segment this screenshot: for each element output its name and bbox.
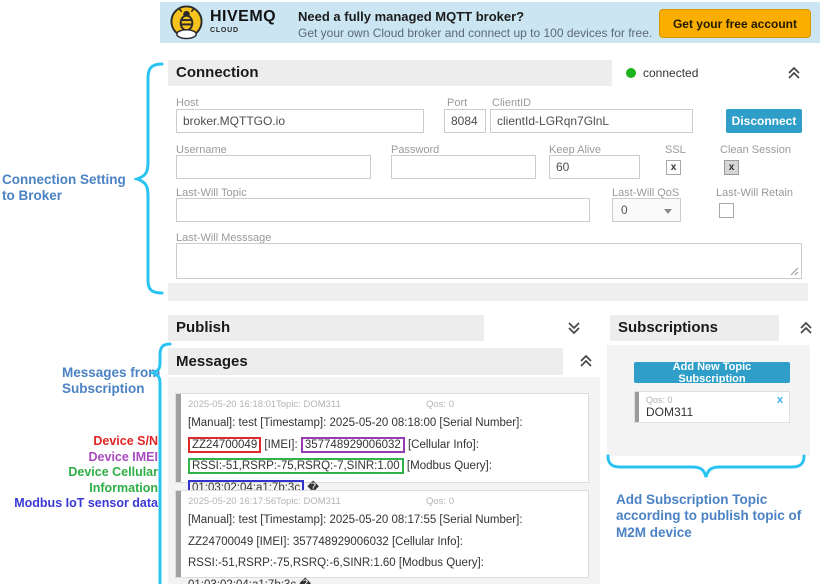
message-qos: Qos: 0 (426, 496, 454, 507)
disconnect-button[interactable]: Disconnect (726, 109, 802, 133)
connection-header: Connection (168, 60, 612, 86)
clientid-label: ClientID (492, 97, 531, 109)
promo-banner: HIVEMQ CLOUD Need a fully managed MQTT b… (160, 2, 820, 43)
banner-headline: Need a fully managed MQTT broker? (298, 9, 524, 24)
message-text: [Modbus Query]: (404, 460, 492, 472)
brand-sub: CLOUD (210, 27, 276, 34)
message-accent-bar (176, 491, 181, 577)
message-card: 2025-05-20 16:17:56 Topic: DOM311 Qos: 0… (175, 490, 589, 578)
port-input[interactable] (444, 109, 486, 133)
banner-subheadline: Get your own Cloud broker and connect up… (298, 26, 652, 40)
host-input[interactable] (176, 109, 424, 133)
chevron-double-up-icon[interactable] (786, 65, 802, 81)
status-text: connected (643, 66, 698, 80)
clean-session-label: Clean Session (720, 144, 791, 156)
subscriptions-header: Subscriptions (610, 315, 816, 341)
message-text: [Cellular Info]: (405, 439, 479, 451)
annotation-messages-from-subscription: Messages from Subscription (62, 365, 164, 398)
message-accent-bar (176, 394, 181, 482)
message-body: [Manual]: test [Timestamp]: 2025-05-20 0… (188, 510, 580, 584)
lastwill-retain-label: Last-Will Retain (716, 187, 793, 199)
ssl-label: SSL (665, 144, 686, 156)
subscription-accent-bar (635, 392, 639, 422)
lastwill-qos-value: 0 (621, 203, 628, 217)
lastwill-message-textarea[interactable] (176, 243, 802, 279)
annotation-brace-subscription (606, 454, 806, 482)
annotation-add-subscription: Add Subscription Topic according to publ… (616, 492, 827, 541)
message-time: 2025-05-20 16:18:01 (188, 399, 276, 410)
lastwill-retain-checkbox[interactable] (719, 203, 734, 218)
message-topic: Topic: DOM311 (276, 399, 341, 410)
message-card: 2025-05-20 16:18:01 Topic: DOM311 Qos: 0… (175, 393, 589, 483)
cellular-info-highlight: RSSI:-51,RSRP:-75,RSRQ:-7,SINR:1.00 (188, 458, 404, 474)
message-text: [IMEI]: (261, 439, 301, 451)
chevron-double-up-icon[interactable] (578, 353, 594, 369)
connection-footer (168, 283, 808, 301)
bee-logo-icon (169, 5, 204, 40)
subscriptions-header-bar: Subscriptions (610, 315, 779, 341)
lastwill-topic-input[interactable] (176, 198, 590, 222)
subscriptions-title: Subscriptions (618, 319, 718, 336)
message-body: [Manual]: test [Timestamp]: 2025-05-20 0… (188, 413, 580, 499)
publish-header: Publish (168, 315, 484, 341)
annotation-device-labels: Device S/N Device IMEI Device Cellular I… (0, 434, 158, 512)
serial-number-highlight: ZZ24700049 (188, 437, 261, 453)
username-input[interactable] (176, 155, 371, 179)
keepalive-input[interactable] (549, 155, 640, 179)
subscription-card: Qos: 0 x DOM311 (634, 391, 790, 423)
annotation-modbus-data: Modbus IoT sensor data (0, 496, 158, 512)
annotation-device-cellular: Device Cellular Information (0, 465, 158, 496)
subscription-qos: Qos: 0 (646, 395, 673, 405)
imei-highlight: 357748929006032 (301, 437, 405, 453)
clean-session-checkbox[interactable]: x (724, 160, 739, 175)
brand-name: HIVEMQ (210, 9, 276, 25)
page: HIVEMQ CLOUD Need a fully managed MQTT b… (0, 0, 827, 584)
messages-list: 2025-05-20 16:18:01 Topic: DOM311 Qos: 0… (168, 377, 600, 584)
publish-panel: Publish (168, 315, 600, 341)
message-qos: Qos: 0 (426, 399, 454, 410)
chevron-double-down-icon[interactable] (566, 320, 582, 336)
brand-block: HIVEMQ CLOUD (210, 9, 276, 34)
connection-panel: Connection connected Host Port ClientID … (168, 60, 808, 301)
message-topic: Topic: DOM311 (276, 496, 341, 507)
chevron-double-up-icon[interactable] (798, 320, 814, 336)
messages-header: Messages (168, 348, 600, 375)
annotation-device-imei: Device IMEI (0, 450, 158, 466)
connection-status: connected (612, 60, 808, 86)
status-dot (626, 68, 636, 78)
messages-title: Messages (176, 353, 248, 370)
lastwill-qos-select[interactable]: 0 (612, 198, 681, 222)
ssl-checkbox[interactable]: x (666, 160, 681, 175)
add-subscription-button[interactable]: Add New Topic Subscription (634, 362, 790, 383)
get-account-button[interactable]: Get your free account (659, 9, 811, 38)
messages-header-bar: Messages (168, 348, 563, 375)
subscriptions-panel: Add New Topic Subscription Qos: 0 x DOM3… (607, 345, 810, 456)
host-label: Host (176, 97, 199, 109)
clientid-input[interactable] (490, 109, 693, 133)
port-label: Port (447, 97, 467, 109)
password-input[interactable] (391, 155, 536, 179)
message-text: [Manual]: test [Timestamp]: 2025-05-20 0… (188, 514, 523, 584)
connection-title: Connection (176, 64, 259, 81)
message-text: [Manual]: test [Timestamp]: 2025-05-20 0… (188, 417, 523, 429)
resize-handle-icon[interactable] (790, 267, 799, 276)
annotation-connection-setting: Connection Setting to Broker (2, 172, 140, 205)
remove-subscription-button[interactable]: x (777, 394, 783, 406)
dropdown-arrow-icon (664, 209, 672, 214)
subscription-topic: DOM311 (646, 405, 693, 419)
annotation-device-sn: Device S/N (0, 434, 158, 450)
annotation-brace-connection (134, 62, 164, 296)
message-time: 2025-05-20 16:17:56 (188, 496, 276, 507)
publish-title: Publish (176, 319, 230, 336)
